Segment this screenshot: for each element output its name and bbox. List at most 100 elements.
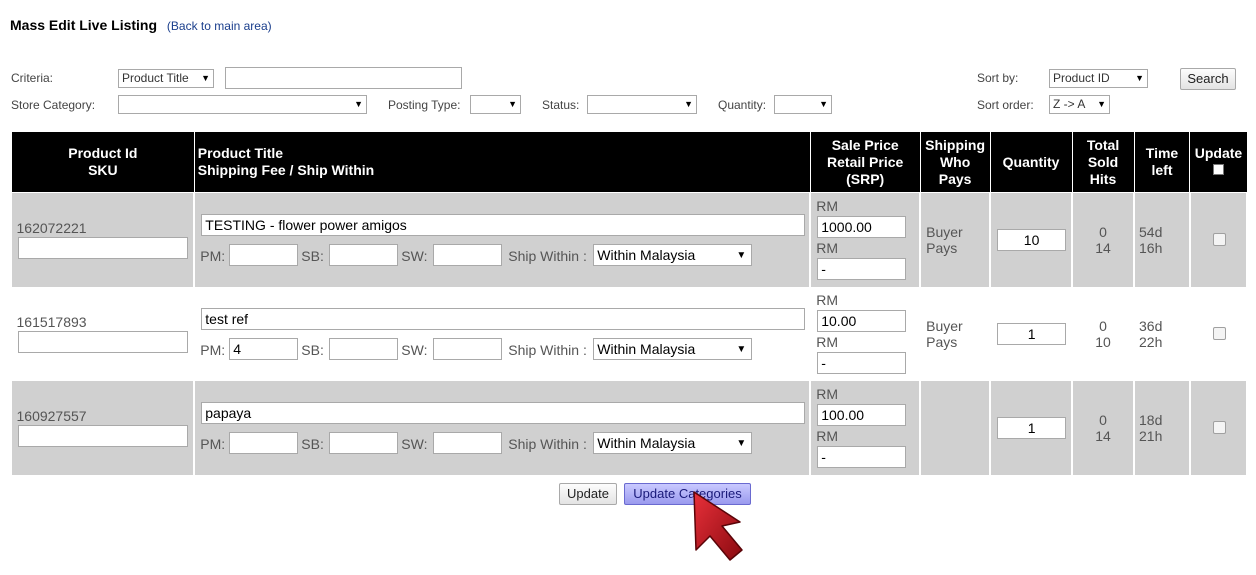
pm-input[interactable]: [229, 244, 299, 266]
retail-price-input[interactable]: -: [817, 258, 907, 280]
retail-price-input[interactable]: -: [817, 446, 907, 468]
search-button[interactable]: Search: [1180, 68, 1236, 90]
retail-price-input[interactable]: -: [817, 352, 907, 374]
sold-count: 0: [1099, 318, 1107, 334]
header-srp-label: (SRP): [846, 170, 885, 187]
update-checkbox[interactable]: [1212, 421, 1226, 434]
sw-input[interactable]: [433, 432, 503, 454]
ship-within-select[interactable]: Within Malaysia ▼: [593, 338, 753, 360]
sale-price-input[interactable]: 1000.00: [817, 216, 907, 238]
sb-label: SB:: [301, 342, 324, 358]
status-select[interactable]: ▼: [587, 95, 697, 114]
update-checkbox[interactable]: [1212, 233, 1226, 246]
criteria-select[interactable]: Product Title ▼: [118, 69, 214, 88]
time-left-hours: 16h: [1139, 240, 1163, 256]
quantity-input[interactable]: 1: [997, 323, 1067, 345]
ship-within-value: Within Malaysia: [597, 341, 696, 357]
quantity-input[interactable]: 1: [997, 417, 1067, 439]
quantity-filter-select[interactable]: ▼: [774, 95, 832, 114]
product-title-input[interactable]: papaya: [201, 402, 806, 424]
col-header-price: Sale Price Retail Price (SRP): [809, 131, 921, 193]
pm-input[interactable]: [229, 432, 299, 454]
ship-within-select[interactable]: Within Malaysia ▼: [593, 432, 753, 454]
back-to-main-link[interactable]: (Back to main area): [167, 19, 272, 33]
header-shipping-fee-label: Shipping Fee / Ship Within: [197, 162, 375, 178]
chevron-down-icon: ▼: [1135, 73, 1144, 83]
header-product-title-label: Product Title: [197, 145, 284, 161]
posting-type-select[interactable]: ▼: [470, 95, 521, 114]
table-row: 161517893 test ref PM: 4 SB: SW: Ship Wi…: [11, 287, 1249, 381]
chevron-down-icon: ▼: [1097, 99, 1106, 109]
header-update-label: Update: [1194, 145, 1243, 161]
header-shipping-label: Shipping: [925, 136, 986, 153]
posting-type-label: Posting Type:: [388, 98, 461, 112]
sb-input[interactable]: [329, 244, 399, 266]
sort-order-select[interactable]: Z -> A ▼: [1049, 95, 1110, 114]
sku-input[interactable]: [17, 425, 188, 447]
product-title-input[interactable]: TESTING - flower power amigos: [201, 214, 806, 236]
pm-label: PM:: [200, 436, 226, 452]
update-checkbox[interactable]: [1212, 327, 1226, 340]
sale-price-input[interactable]: 100.00: [817, 404, 907, 426]
store-category-select[interactable]: ▼: [118, 95, 367, 114]
hits-count: 14: [1095, 240, 1111, 256]
col-header-update: Update: [1189, 131, 1248, 193]
header-sale-price-label: Sale Price: [831, 136, 899, 153]
col-header-time-left: Time left: [1133, 131, 1191, 193]
col-header-total: Total Sold Hits: [1071, 131, 1135, 193]
ship-within-label: Ship Within :: [508, 342, 587, 358]
sw-input[interactable]: [433, 338, 503, 360]
red-arrow-pointer-icon: [693, 491, 743, 561]
ship-within-value: Within Malaysia: [597, 435, 696, 451]
listing-table: Product Id SKU Product Title Shipping Fe…: [11, 131, 1249, 475]
sw-label: SW:: [401, 342, 428, 358]
sb-label: SB:: [301, 248, 324, 264]
header-sku-label: SKU: [88, 162, 118, 178]
sale-price-input[interactable]: 10.00: [817, 310, 907, 332]
quantity-input[interactable]: 10: [997, 229, 1067, 251]
select-all-checkbox[interactable]: [1212, 164, 1224, 175]
time-left-days: 36d: [1139, 318, 1163, 334]
table-row: 160927557 papaya PM: SB: SW: Ship Within…: [11, 381, 1249, 475]
ship-within-select[interactable]: Within Malaysia ▼: [593, 244, 753, 266]
sku-input[interactable]: [17, 331, 188, 353]
criteria-select-value: Product Title: [122, 71, 189, 85]
pm-input[interactable]: 4: [229, 338, 299, 360]
sort-order-label: Sort order:: [977, 98, 1034, 112]
chevron-down-icon: ▼: [354, 99, 363, 109]
chevron-down-icon: ▼: [736, 250, 747, 261]
sw-input[interactable]: [433, 244, 503, 266]
table-row: 162072221 TESTING - flower power amigos …: [11, 192, 1249, 287]
sb-input[interactable]: [329, 432, 399, 454]
time-left-hours: 22h: [1139, 334, 1163, 350]
store-category-label: Store Category:: [11, 98, 96, 112]
header-product-id-label: Product Id: [68, 145, 138, 161]
sale-price-currency-label: RM: [816, 386, 839, 402]
chevron-down-icon: ▼: [684, 99, 693, 109]
product-id: 160927557: [16, 408, 87, 424]
pm-label: PM:: [200, 248, 226, 264]
time-left-days: 18d: [1139, 412, 1163, 428]
sw-label: SW:: [401, 436, 428, 452]
product-title-input[interactable]: test ref: [201, 308, 806, 330]
col-header-shipping: Shipping Who Pays: [919, 131, 991, 193]
time-left-hours: 21h: [1139, 428, 1163, 444]
product-id: 161517893: [16, 314, 87, 330]
criteria-text-input[interactable]: [225, 67, 462, 89]
pm-label: PM:: [200, 342, 226, 358]
header-left-label: left: [1151, 162, 1173, 178]
sold-count: 0: [1099, 224, 1107, 240]
sb-input[interactable]: [329, 338, 399, 360]
update-button[interactable]: Update: [559, 483, 617, 505]
product-id: 162072221: [16, 220, 87, 236]
retail-price-currency-label: RM: [816, 334, 839, 350]
sort-by-label: Sort by:: [977, 71, 1019, 85]
retail-price-currency-label: RM: [816, 428, 839, 444]
sort-by-select[interactable]: Product ID ▼: [1049, 69, 1148, 88]
sku-input[interactable]: [17, 237, 188, 259]
who-pays-text-2: Pays: [926, 334, 958, 350]
chevron-down-icon: ▼: [201, 73, 210, 83]
sold-count: 0: [1099, 412, 1107, 428]
time-left-days: 54d: [1139, 224, 1163, 240]
who-pays-text: Buyer: [926, 318, 963, 334]
